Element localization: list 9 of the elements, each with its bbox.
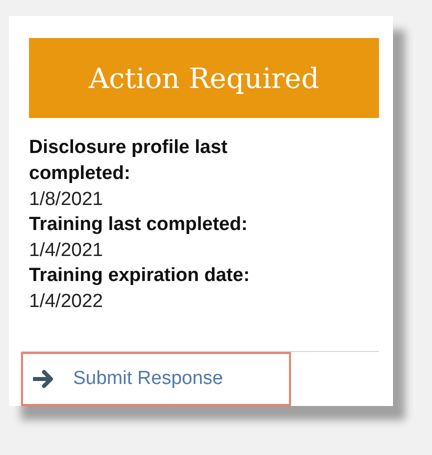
field-value: 1/8/2021 xyxy=(29,188,104,212)
banner-title: Action Required xyxy=(88,62,320,94)
arrow-right-icon xyxy=(33,369,55,389)
field-label: Disclosure profile last completed: xyxy=(29,136,229,186)
field-label: Training expiration date: xyxy=(29,264,251,288)
field-label: Training last completed: xyxy=(29,213,249,237)
field-value: 1/4/2021 xyxy=(29,239,104,263)
submit-response-link[interactable]: Submit Response xyxy=(21,352,291,406)
field-value: 1/4/2022 xyxy=(29,290,104,314)
